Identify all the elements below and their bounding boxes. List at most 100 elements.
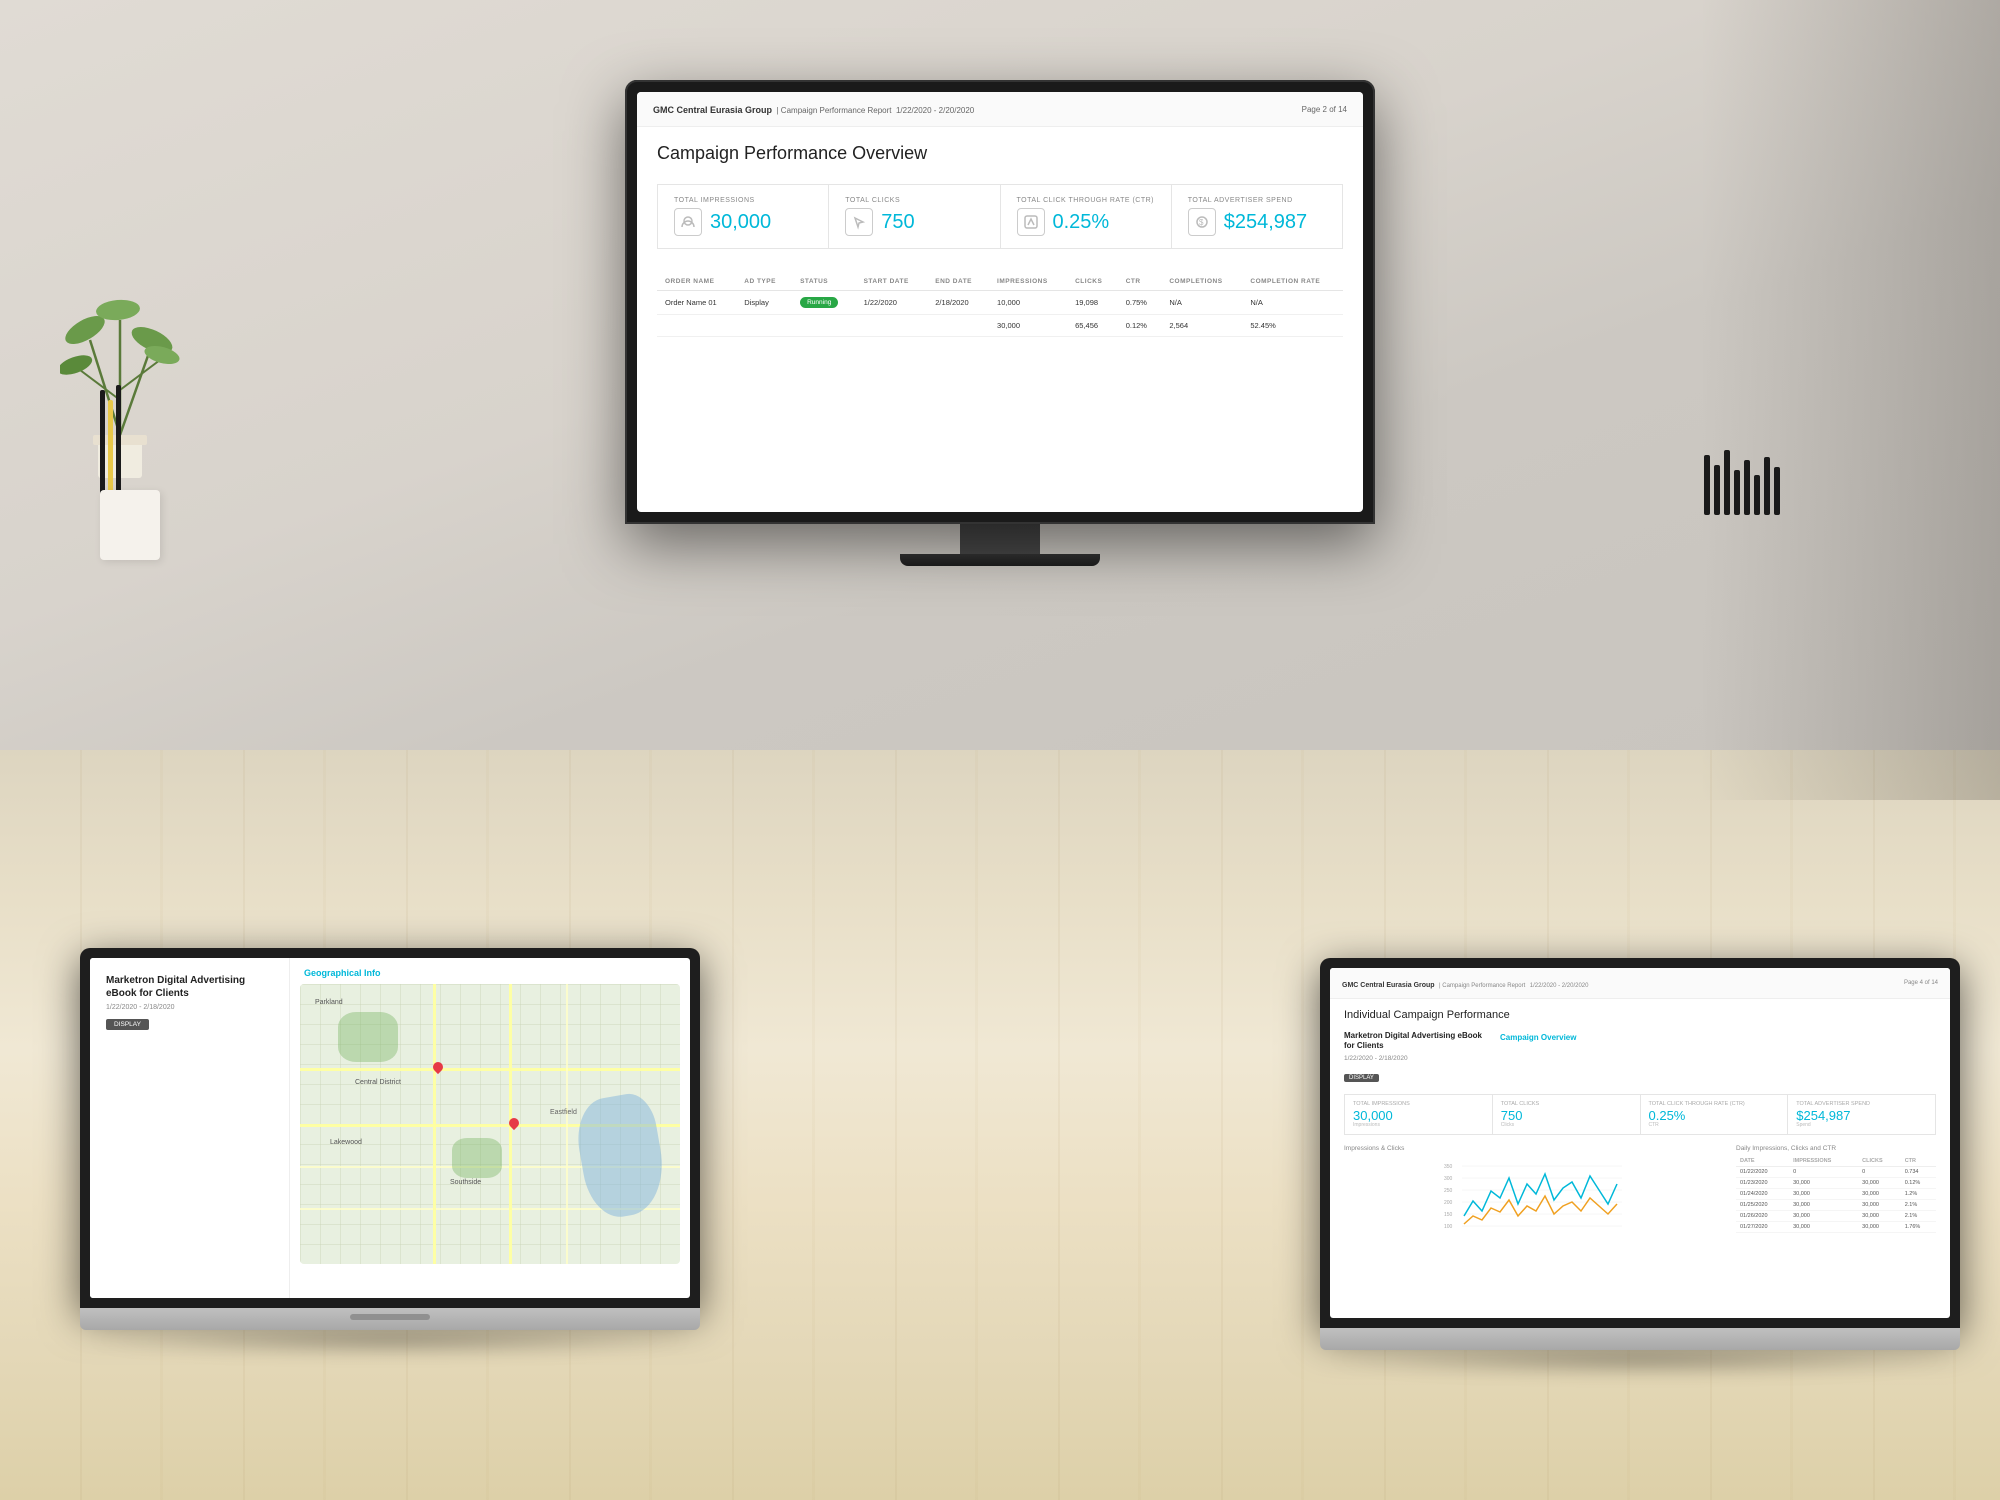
metric-ctr: Total Click Through Rate (CTR) 0.25% <box>1001 185 1172 248</box>
geo-ad-type-badge: DISPLAY <box>106 1019 149 1030</box>
dark-item-4 <box>1734 470 1740 515</box>
report-brand: GMC Central Eurasia Group <box>653 105 772 115</box>
svg-text:200: 200 <box>1444 1200 1453 1206</box>
campaign-table: ORDER NAME AD TYPE STATUS START DATE END… <box>657 273 1343 337</box>
right-metric-clicks: Total Clicks 750 Clicks <box>1493 1095 1641 1134</box>
col-ctr: CTR <box>1118 273 1162 291</box>
cell-status: Running <box>792 291 856 315</box>
right-metric-spend-value: $254,987 <box>1796 1109 1927 1122</box>
table-row: 30,000 65,456 0.12% 2,564 52.45% <box>657 315 1343 337</box>
daily-imp-2: 30,000 <box>1789 1177 1858 1188</box>
daily-date-3: 01/24/2020 <box>1736 1188 1789 1199</box>
svg-text:250: 250 <box>1444 1188 1453 1194</box>
col-ad-type: AD TYPE <box>736 273 792 291</box>
map-container: Parkland Central District Lakewood South… <box>300 984 680 1264</box>
laptop-right-base <box>1320 1328 1960 1350</box>
right-metric-spend-label: Total Advertiser Spend <box>1796 1101 1927 1107</box>
geo-page: Marketron Digital Advertising eBook for … <box>90 958 690 1298</box>
daily-ctr-1: 0.734 <box>1901 1166 1936 1177</box>
right-metric-ctr-label: Total Click Through Rate (CTR) <box>1649 1101 1780 1107</box>
col-start-date: START DATE <box>856 273 928 291</box>
daily-data-table: Daily Impressions, Clicks and CTR DATE I… <box>1736 1145 1936 1241</box>
daily-imp-4: 30,000 <box>1789 1199 1858 1210</box>
right-report-date: 1/22/2020 - 2/20/2020 <box>1530 983 1589 989</box>
spend-icon: $ <box>1188 208 1216 236</box>
map-road-h1 <box>300 1068 680 1071</box>
cell-impressions: 10,000 <box>989 291 1067 315</box>
cell-ad-type: Display <box>736 291 792 315</box>
metric-impressions-label: Total Impressions <box>674 197 812 204</box>
daily-table: DATE IMPRESSIONS CLICKS CTR 01/22/2020 0 <box>1736 1156 1936 1233</box>
svg-text:300: 300 <box>1444 1176 1453 1182</box>
right-metric-ctr: Total Click Through Rate (CTR) 0.25% CTR <box>1641 1095 1789 1134</box>
right-section-title: Individual Campaign Performance <box>1344 1009 1936 1021</box>
dark-item-1 <box>1704 455 1710 515</box>
cell-start: 1/22/2020 <box>856 291 928 315</box>
dark-item-5 <box>1744 460 1750 515</box>
daily-imp-6: 30,000 <box>1789 1221 1858 1232</box>
daily-imp-3: 30,000 <box>1789 1188 1858 1199</box>
right-campaign-overview-link[interactable]: Campaign Overview <box>1500 1031 1576 1042</box>
svg-text:150: 150 <box>1444 1212 1453 1218</box>
geo-main: Geographical Info <box>290 958 690 1298</box>
daily-ctr-6: 1.76% <box>1901 1221 1936 1232</box>
cell-end: 2/18/2020 <box>927 291 989 315</box>
table-row: Order Name 01 Display Running 1/22/2020 … <box>657 291 1343 315</box>
svg-text:350: 350 <box>1444 1164 1453 1170</box>
cell-start-2 <box>856 315 928 337</box>
metric-impressions: Total Impressions 30,000 <box>658 185 829 248</box>
dark-desk-items <box>1704 450 1780 515</box>
col-clicks: CLICKS <box>1067 273 1118 291</box>
daily-date-1: 01/22/2020 <box>1736 1166 1789 1177</box>
metric-clicks-value-row: 750 <box>845 208 983 236</box>
daily-ctr-4: 2.1% <box>1901 1199 1936 1210</box>
daily-clicks-2: 30,000 <box>1858 1177 1901 1188</box>
ctr-icon <box>1017 208 1045 236</box>
metric-ctr-value-row: 0.25% <box>1017 208 1155 236</box>
dark-item-3 <box>1724 450 1730 515</box>
cell-completions-2: 2,564 <box>1161 315 1242 337</box>
right-report-name: Campaign Performance Report <box>1442 983 1525 989</box>
map-road-v1 <box>433 984 436 1264</box>
right-metric-impressions: Total Impressions 30,000 Impressions <box>1345 1095 1493 1134</box>
right-report-brand-section: GMC Central Eurasia Group | Campaign Per… <box>1342 974 1588 992</box>
right-metric-impressions-label: Total Impressions <box>1353 1101 1484 1107</box>
report-date: 1/22/2020 - 2/20/2020 <box>896 106 974 115</box>
charts-area: Impressions & Clicks 350 300 250 200 150… <box>1344 1145 1936 1241</box>
daily-table-row: 01/22/2020 0 0 0.734 <box>1736 1166 1936 1177</box>
daily-clicks-6: 30,000 <box>1858 1221 1901 1232</box>
metric-ctr-value: 0.25% <box>1053 211 1110 234</box>
laptop-left: Marketron Digital Advertising eBook for … <box>80 948 700 1330</box>
impressions-icon <box>674 208 702 236</box>
col-completions: COMPLETIONS <box>1161 273 1242 291</box>
metric-clicks-value: 750 <box>881 211 914 234</box>
monitor-screen-wrapper: GMC Central Eurasia Group | Campaign Per… <box>625 80 1375 524</box>
laptop-right-screen: GMC Central Eurasia Group | Campaign Per… <box>1330 968 1950 1318</box>
vase <box>100 490 160 560</box>
right-metric-clicks-label: Total Clicks <box>1501 1101 1632 1107</box>
cell-order-name: Order Name 01 <box>657 291 736 315</box>
right-report-body: Individual Campaign Performance Marketro… <box>1330 999 1950 1251</box>
laptop-left-base <box>80 1308 700 1330</box>
right-campaign-title: Marketron Digital Advertising eBook for … <box>1344 1031 1484 1052</box>
laptop-left-screen-wrapper: Marketron Digital Advertising eBook for … <box>80 948 700 1308</box>
right-metric-spend: Total Advertiser Spend $254,987 Spend <box>1788 1095 1935 1134</box>
monitor-screen: GMC Central Eurasia Group | Campaign Per… <box>637 92 1363 512</box>
map-road-v3 <box>566 984 568 1264</box>
daily-date-5: 01/26/2020 <box>1736 1210 1789 1221</box>
metric-spend-value: $254,987 <box>1224 211 1307 234</box>
cell-clicks: 19,098 <box>1067 291 1118 315</box>
dark-item-7 <box>1764 457 1770 515</box>
daily-chart-title: Daily Impressions, Clicks and CTR <box>1736 1145 1936 1152</box>
right-metric-impressions-value: 30,000 <box>1353 1109 1484 1122</box>
right-metric-impressions-sub: Impressions <box>1353 1122 1484 1128</box>
daily-col-date: DATE <box>1736 1156 1789 1167</box>
laptop-right-screen-wrapper: GMC Central Eurasia Group | Campaign Per… <box>1320 958 1960 1328</box>
right-campaign-date: 1/22/2020 - 2/18/2020 <box>1344 1055 1484 1062</box>
dark-item-2 <box>1714 465 1720 515</box>
dark-item-6 <box>1754 475 1760 515</box>
daily-table-row: 01/24/2020 30,000 30,000 1.2% <box>1736 1188 1936 1199</box>
daily-imp-1: 0 <box>1789 1166 1858 1177</box>
cell-completion-rate: N/A <box>1242 291 1343 315</box>
desktop-monitor: GMC Central Eurasia Group | Campaign Per… <box>625 80 1375 566</box>
